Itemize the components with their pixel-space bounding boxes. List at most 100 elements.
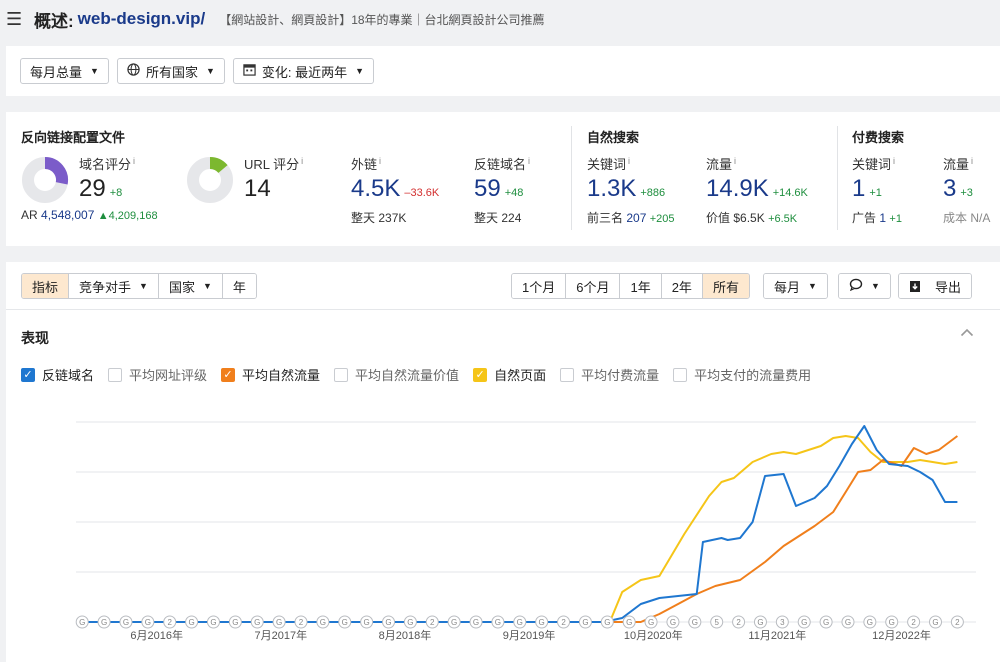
organic-traffic-delta: +14.6K: [772, 187, 808, 199]
annotation-label: G: [101, 618, 107, 627]
annotation-label: G: [889, 618, 895, 627]
annotation-label: 2: [167, 618, 172, 627]
ads-value[interactable]: 1: [879, 211, 886, 225]
tab-competitors-label: 竞争对手: [79, 279, 132, 295]
stats-panel: 反向链接配置文件 域名评分 i 29 +8 AR 4,548,007 ▲4,209,…: [6, 112, 1000, 246]
annotation-label: G: [123, 618, 129, 627]
info-icon[interactable]: i: [734, 156, 736, 166]
info-icon[interactable]: i: [133, 156, 135, 166]
checkbox-checked-icon[interactable]: ✓: [221, 367, 236, 382]
range-1m[interactable]: 1个月: [512, 274, 567, 298]
range-6m[interactable]: 6个月: [566, 274, 621, 298]
paid-keywords-value[interactable]: 1: [852, 175, 865, 202]
x-tick-label: 10月2020年: [624, 628, 683, 642]
paid-traffic-value[interactable]: 3: [943, 175, 956, 202]
annotation-label: G: [757, 618, 763, 627]
referring-domains-delta: +48: [504, 187, 524, 199]
annotation-label: G: [626, 618, 632, 627]
download-icon: [909, 280, 921, 293]
checkbox-unchecked-icon[interactable]: [108, 367, 123, 382]
legend-label: 平均自然流量: [242, 368, 321, 383]
comment-dropdown[interactable]: ▼: [838, 273, 891, 299]
backlinks-value[interactable]: 4.5K: [351, 175, 400, 202]
referring-domains-value[interactable]: 59: [474, 175, 501, 202]
url-rating-label: URL 评分: [244, 157, 300, 172]
organic-keywords-metric: 关键词 i 1.3K +886 前三名 207 +205: [587, 154, 675, 226]
chart-legend: ✓ 反链域名 平均网址评级 ✓ 平均自然流量 平均自然流量价值 ✓ 自然页面 平均付费流量 平均支…: [21, 365, 825, 384]
range-1y[interactable]: 1年: [620, 274, 662, 298]
filter-bar: 每月总量 ▼ 所有国家 ▼ 变化: 最近两年 ▼: [6, 46, 1000, 96]
legend-label: 平均网址评级: [129, 368, 208, 383]
legend-item[interactable]: 平均网址评级: [108, 365, 207, 384]
info-icon[interactable]: i: [971, 156, 973, 166]
checkbox-checked-icon[interactable]: ✓: [21, 367, 35, 382]
url-rating-donut: [187, 156, 233, 203]
domain-rating-value: 29: [79, 175, 106, 202]
performance-panel: 指标 竞争对手 ▼ 国家 ▼ 年 1个月 6个月 1年 2年 所有 每月 ▼ ▼ 导出…: [6, 262, 1000, 662]
series-line: [76, 435, 959, 623]
organic-keywords-value[interactable]: 1.3K: [587, 175, 636, 202]
info-icon[interactable]: i: [528, 156, 530, 166]
url-rating-metric: URL 评分 i 14: [244, 154, 303, 203]
tab-metrics[interactable]: 指标: [22, 274, 70, 298]
annotation-label: G: [845, 618, 851, 627]
ads-delta: +1: [889, 213, 902, 225]
country-dropdown[interactable]: 所有国家 ▼: [116, 58, 225, 84]
tab-competitors[interactable]: 竞争对手 ▼: [69, 274, 159, 298]
backlinks-sub-value: 237K: [378, 211, 407, 225]
backlinks-sub-label: 整天: [351, 211, 376, 225]
ar-value: 4,548,007: [41, 208, 95, 222]
referring-domains-metric: 反链域名 i 59 +48 整天 224: [474, 154, 530, 226]
view-tabs: 指标 竞争对手 ▼ 国家 ▼ 年: [21, 273, 257, 299]
annotation-label: G: [517, 618, 523, 627]
paid-traffic-label: 流量: [943, 157, 970, 172]
caret-down-icon: ▼: [355, 66, 365, 76]
info-icon[interactable]: i: [628, 156, 630, 166]
organic-traffic-value[interactable]: 14.9K: [706, 175, 769, 202]
interval-label: 每月: [774, 279, 801, 295]
annotation-label: 2: [299, 618, 304, 627]
traffic-value-value: $6.5K: [733, 211, 765, 225]
hamburger-icon[interactable]: ☰: [6, 9, 28, 30]
tab-country[interactable]: 国家 ▼: [158, 274, 223, 298]
interval-dropdown[interactable]: 每月 ▼: [763, 273, 828, 299]
referring-domains-sub-value: 224: [501, 211, 522, 225]
checkbox-unchecked-icon[interactable]: [560, 367, 575, 382]
volume-dropdown[interactable]: 每月总量 ▼: [20, 58, 109, 84]
range-2y[interactable]: 2年: [661, 274, 703, 298]
legend-item[interactable]: 平均付费流量: [560, 365, 659, 384]
export-button[interactable]: 导出: [898, 273, 973, 299]
info-icon[interactable]: i: [301, 156, 303, 166]
annotation-label: G: [79, 618, 85, 627]
checkbox-checked-icon[interactable]: ✓: [473, 367, 488, 382]
change-dropdown[interactable]: 变化: 最近两年 ▼: [232, 58, 375, 84]
legend-item[interactable]: ✓ 自然页面: [473, 365, 546, 384]
organic-keywords-label: 关键词: [587, 157, 627, 172]
info-icon[interactable]: i: [893, 156, 895, 166]
legend-item[interactable]: ✓ 反链域名: [21, 365, 94, 384]
legend-item[interactable]: ✓ 平均自然流量: [221, 365, 320, 384]
checkbox-unchecked-icon[interactable]: [673, 367, 688, 382]
cost-label: 成本: [943, 211, 968, 225]
x-tick-label: 9月2019年: [503, 628, 556, 642]
domain-rating-donut: [22, 156, 68, 203]
legend-item[interactable]: 平均支付的流量费用: [673, 365, 811, 384]
checkbox-unchecked-icon[interactable]: [334, 367, 349, 382]
range-all[interactable]: 所有: [702, 274, 749, 298]
calendar-icon: [243, 63, 256, 79]
annotation-label: 3: [780, 618, 785, 627]
caret-down-icon: ▼: [90, 66, 99, 76]
legend-item[interactable]: 平均自然流量价值: [334, 365, 459, 384]
info-icon[interactable]: i: [379, 156, 381, 166]
comment-icon: [849, 278, 863, 294]
top3-value[interactable]: 207: [626, 211, 646, 225]
series-line: [76, 425, 958, 623]
legend-label: 平均支付的流量费用: [694, 368, 812, 383]
annotation-label: G: [210, 618, 216, 627]
traffic-value-label: 价值: [706, 211, 731, 225]
x-tick-label: 12月2022年: [872, 628, 931, 642]
tab-year[interactable]: 年: [222, 274, 256, 298]
chevron-up-icon[interactable]: [960, 324, 974, 340]
page-title-domain[interactable]: web-design.vip/: [78, 9, 206, 29]
annotation-label: G: [188, 618, 194, 627]
